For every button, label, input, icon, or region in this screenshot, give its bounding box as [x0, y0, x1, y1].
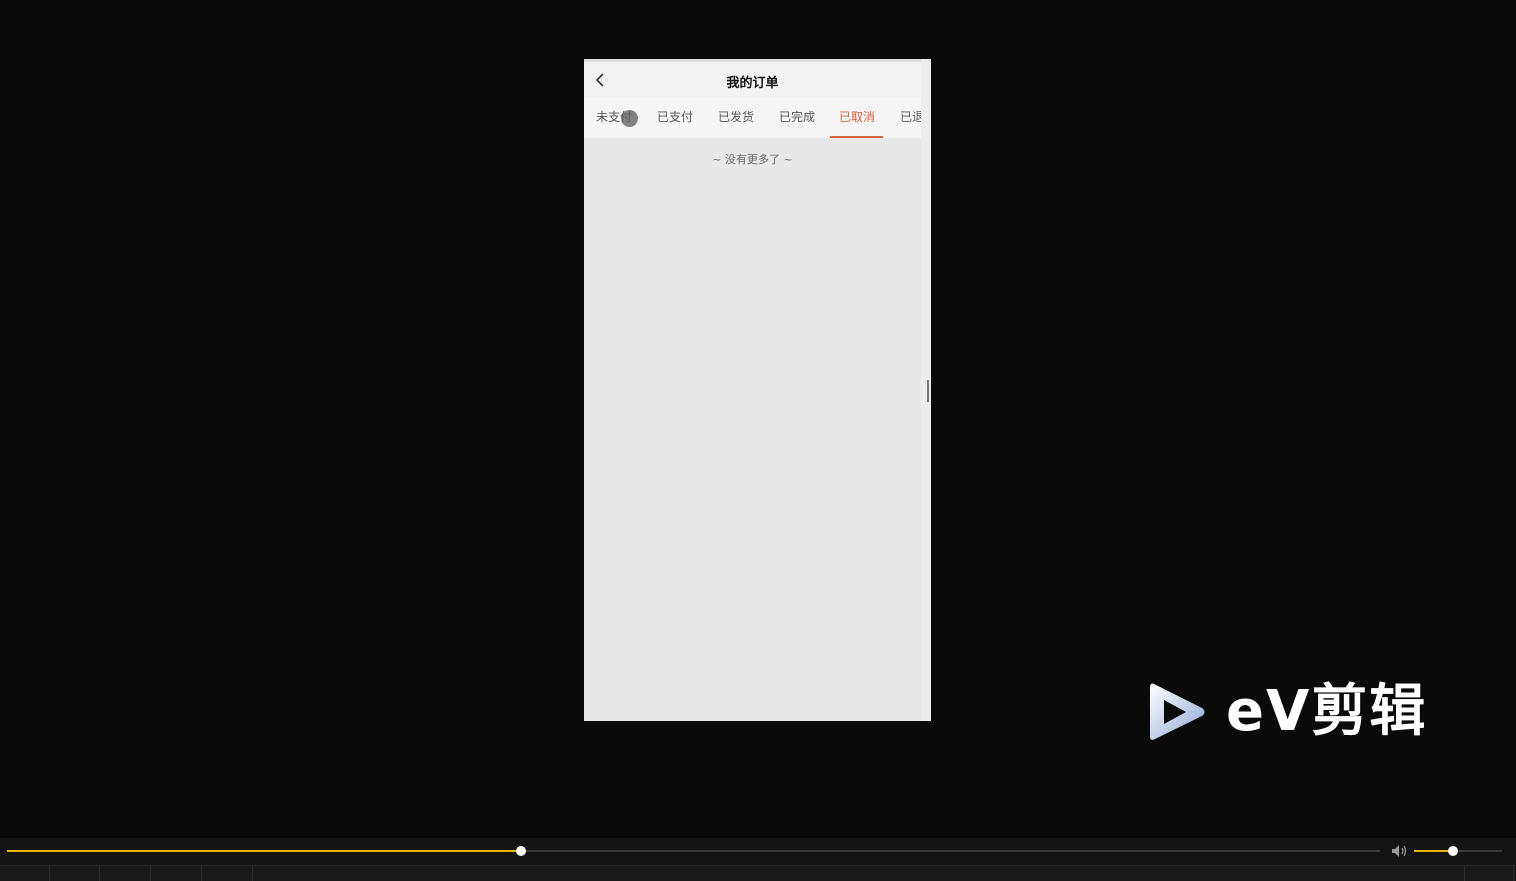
- control-button-bar: [0, 865, 1516, 881]
- control-button[interactable]: [50, 866, 100, 881]
- seek-thumb[interactable]: [515, 846, 526, 856]
- control-button[interactable]: [101, 866, 151, 881]
- tab-cancelled[interactable]: 已取消: [839, 97, 875, 138]
- tab-refunded[interactable]: 已退: [900, 97, 921, 138]
- touch-indicator: [621, 110, 638, 127]
- volume-thumb[interactable]: [1447, 846, 1458, 856]
- page-title: 我的订单: [726, 76, 779, 91]
- scroll-handle[interactable]: [927, 380, 929, 402]
- tab-completed[interactable]: 已完成: [779, 97, 815, 138]
- speaker-icon[interactable]: [1391, 844, 1409, 858]
- nav-bar: 我的订单: [584, 59, 921, 97]
- control-button[interactable]: [1464, 866, 1514, 881]
- phone-screen: 我的订单 未支付 已支付 已发货 已完成 已取消 已退 ~ 没有更多了 ~: [584, 59, 931, 721]
- volume-level: [1414, 850, 1453, 852]
- tab-shipped[interactable]: 已发货: [718, 97, 754, 138]
- play-logo-icon: [1150, 683, 1205, 740]
- control-button[interactable]: [203, 866, 253, 881]
- watermark: eV剪辑: [1146, 678, 1446, 748]
- control-button[interactable]: [152, 866, 202, 881]
- phone-edge: [921, 59, 931, 721]
- tab-paid[interactable]: 已支付: [657, 97, 693, 138]
- order-list[interactable]: ~ 没有更多了 ~: [584, 138, 921, 721]
- watermark-text: eV剪辑: [1226, 679, 1428, 744]
- control-button[interactable]: [0, 866, 50, 881]
- video-stage: 我的订单 未支付 已支付 已发货 已完成 已取消 已退 ~ 没有更多了 ~ eV…: [0, 0, 1516, 816]
- player-controls: [0, 838, 1516, 881]
- seek-progress: [7, 850, 521, 852]
- empty-message: ~ 没有更多了 ~: [712, 153, 793, 166]
